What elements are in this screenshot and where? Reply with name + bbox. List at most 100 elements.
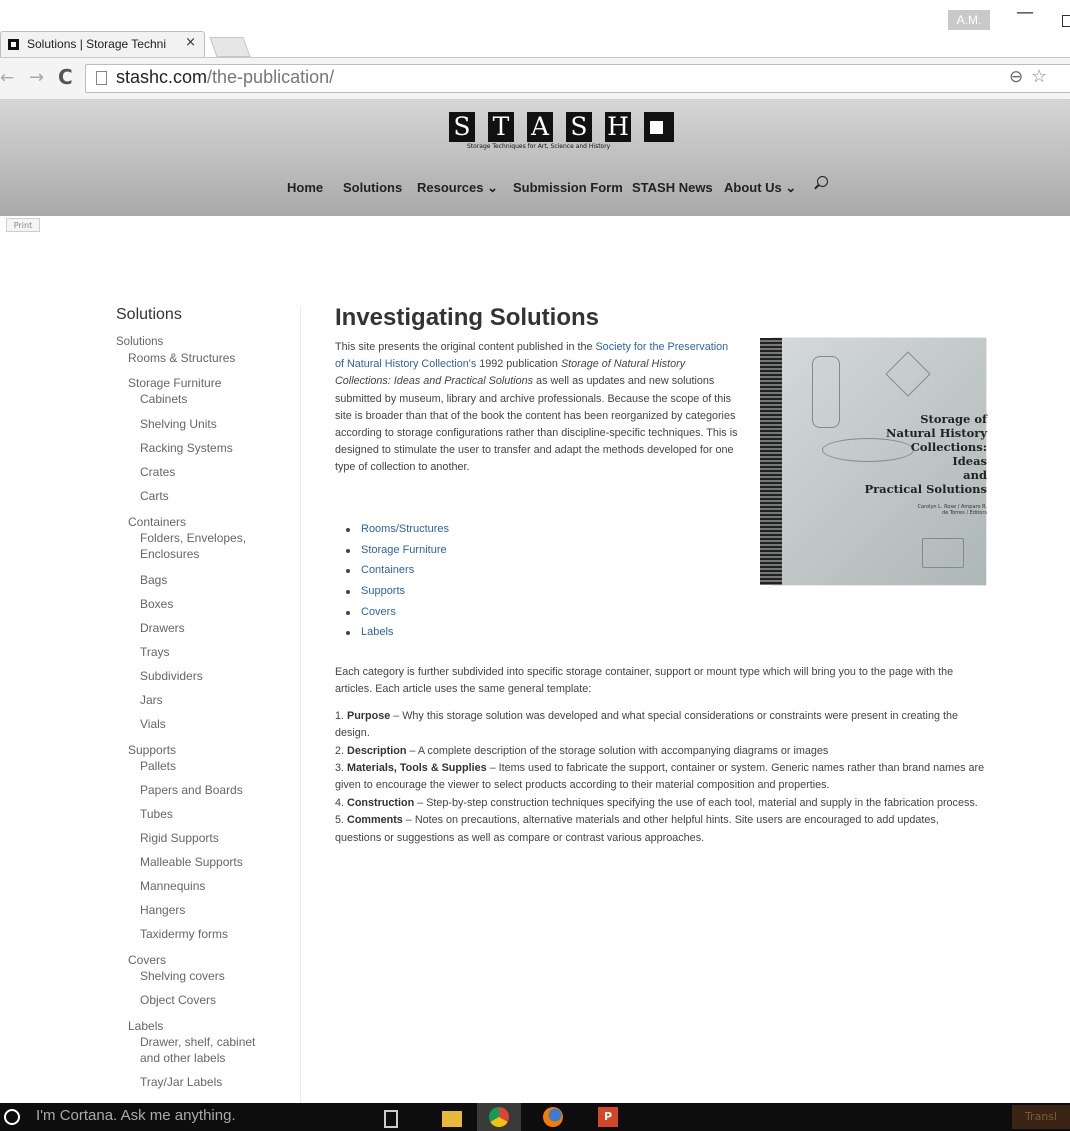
nav-stash-news[interactable]: STASH News bbox=[632, 180, 713, 195]
book-title-line: Storage of bbox=[920, 412, 987, 426]
sidebar-item[interactable]: Enclosures bbox=[140, 546, 199, 562]
template-number: 3. bbox=[335, 762, 348, 775]
url-path: /the-publication/ bbox=[207, 67, 335, 87]
logo-letter: A bbox=[527, 112, 553, 142]
template-desc: – Notes on precautions, alternative mate… bbox=[335, 814, 939, 844]
zoom-icon[interactable]: ⊖ bbox=[1009, 67, 1023, 87]
sidebar-item[interactable]: Bags bbox=[140, 572, 167, 588]
sidebar-item[interactable]: Carts bbox=[140, 488, 169, 504]
cortana-icon[interactable] bbox=[4, 1109, 20, 1125]
sidebar-item[interactable]: Solutions bbox=[116, 334, 163, 350]
sidebar-item[interactable]: Vials bbox=[140, 716, 166, 732]
sidebar-item[interactable]: Papers and Boards bbox=[140, 782, 243, 798]
nav-submission-form[interactable]: Submission Form bbox=[513, 180, 623, 195]
sidebar-item[interactable]: Shelving Units bbox=[140, 416, 217, 432]
cortana-search-box[interactable]: I'm Cortana. Ask me anything. bbox=[36, 1107, 236, 1124]
sidebar-item[interactable]: Containers bbox=[128, 514, 186, 530]
window-minimize-icon[interactable]: — bbox=[1016, 2, 1034, 23]
firefox-icon[interactable] bbox=[543, 1107, 563, 1127]
sidebar-item[interactable]: Subdividers bbox=[140, 668, 203, 684]
logo-letter: S bbox=[449, 112, 475, 142]
book-title-line: Natural History bbox=[886, 426, 987, 440]
category-list: Rooms/Structures Storage Furniture Conta… bbox=[335, 519, 449, 643]
browser-tab[interactable]: Solutions | Storage Techni × bbox=[0, 31, 205, 58]
search-icon[interactable] bbox=[817, 176, 828, 187]
reload-icon[interactable]: C bbox=[58, 65, 73, 89]
template-term: Construction bbox=[347, 796, 415, 809]
intro-text: This site presents the original content … bbox=[335, 341, 596, 353]
nav-about-us[interactable]: About Us ⌄ bbox=[724, 180, 796, 196]
sidebar-item[interactable]: Malleable Supports bbox=[140, 854, 243, 870]
sidebar-item[interactable]: Folders, Envelopes, bbox=[140, 530, 246, 546]
category-link-supports[interactable]: Supports bbox=[335, 581, 449, 602]
back-arrow-icon[interactable]: ← bbox=[0, 68, 14, 88]
category-link-storage-furniture[interactable]: Storage Furniture bbox=[335, 540, 449, 561]
sidebar-item[interactable]: Boxes bbox=[140, 596, 173, 612]
book-cover-title: Storage of Natural History Collections: … bbox=[832, 412, 987, 496]
sidebar-item[interactable]: Object Covers bbox=[140, 992, 216, 1008]
tab-close-icon[interactable]: × bbox=[185, 35, 196, 50]
sidebar-item[interactable]: Drawers bbox=[140, 620, 185, 636]
bookmark-star-icon[interactable]: ☆ bbox=[1031, 66, 1047, 87]
template-number: 4. bbox=[335, 796, 348, 809]
sidebar-item[interactable]: Tubes bbox=[140, 806, 173, 822]
category-link-covers[interactable]: Covers bbox=[335, 602, 449, 623]
template-number: 2. bbox=[335, 744, 348, 757]
sidebar-item[interactable]: Jars bbox=[140, 692, 163, 708]
powerpoint-icon[interactable]: P bbox=[598, 1107, 618, 1127]
browser-tab-strip: Solutions | Storage Techni × A.M. — bbox=[0, 0, 1070, 58]
address-bar[interactable]: stashc.com/the-publication/ ⊖ ☆ bbox=[85, 64, 1070, 93]
category-link-rooms-structures[interactable]: Rooms/Structures bbox=[335, 519, 449, 540]
sidebar-item[interactable]: Racking Systems bbox=[140, 440, 233, 456]
print-button[interactable]: Print bbox=[6, 218, 40, 232]
nav-solutions[interactable]: Solutions bbox=[343, 180, 402, 195]
sidebar-item[interactable]: Storage Furniture bbox=[128, 375, 221, 391]
nav-home[interactable]: Home bbox=[287, 180, 323, 195]
sidebar-item[interactable]: Labels bbox=[128, 1018, 163, 1034]
sidebar-item[interactable]: Rigid Supports bbox=[140, 830, 219, 846]
user-profile-badge[interactable]: A.M. bbox=[948, 10, 990, 30]
sidebar-item[interactable]: Rooms & Structures bbox=[128, 350, 235, 366]
new-tab-button[interactable] bbox=[209, 37, 251, 57]
stash-favicon-icon bbox=[8, 39, 19, 50]
url-host: stashc.com bbox=[116, 67, 208, 87]
intro-paragraph: This site presents the original content … bbox=[335, 339, 740, 477]
book-title-line: Ideas bbox=[952, 454, 987, 468]
book-cover-image: Storage of Natural History Collections: … bbox=[760, 338, 988, 585]
sidebar-item[interactable]: Shelving covers bbox=[140, 968, 225, 984]
page-info-icon[interactable] bbox=[96, 71, 107, 85]
sidebar-item[interactable]: Trays bbox=[140, 644, 170, 660]
template-item-comments: 5. Comments – Notes on precautions, alte… bbox=[335, 812, 985, 847]
sidebar-item[interactable]: Taxidermy forms bbox=[140, 926, 228, 942]
logo-letter: T bbox=[488, 112, 514, 142]
book-title-line: Practical Solutions bbox=[864, 482, 987, 496]
chrome-icon[interactable] bbox=[477, 1103, 521, 1131]
sidebar-item[interactable]: Supports bbox=[128, 742, 176, 758]
book-editors: Carolyn L. Rose / Amparo R. de Torres / … bbox=[917, 504, 988, 516]
sidebar-item[interactable]: and other labels bbox=[140, 1050, 225, 1066]
nav-resources[interactable]: Resources ⌄ bbox=[417, 180, 498, 196]
sidebar-item[interactable]: Tray/Jar Labels bbox=[140, 1074, 222, 1090]
sidebar-item[interactable]: Crates bbox=[140, 464, 175, 480]
sidebar-item[interactable]: Cabinets bbox=[140, 391, 187, 407]
translate-button[interactable]: Transl bbox=[1012, 1105, 1070, 1129]
logo-square-icon bbox=[644, 112, 674, 142]
template-number: 1. bbox=[335, 709, 348, 722]
sidebar-item[interactable]: Covers bbox=[128, 952, 166, 968]
task-view-icon[interactable] bbox=[384, 1110, 398, 1128]
sidebar-item[interactable]: Pallets bbox=[140, 758, 176, 774]
subdivided-paragraph: Each category is further subdivided into… bbox=[335, 666, 954, 696]
category-link-labels[interactable]: Labels bbox=[335, 622, 449, 643]
window-maximize-icon[interactable] bbox=[1062, 15, 1070, 27]
url-text[interactable]: stashc.com/the-publication/ bbox=[116, 67, 334, 88]
stash-logo[interactable]: S T A S H Storage Techniques for Art, Sc… bbox=[449, 112, 675, 162]
file-explorer-icon[interactable] bbox=[442, 1111, 462, 1127]
forward-arrow-icon[interactable]: → bbox=[29, 67, 44, 88]
template-item-materials: 3. Materials, Tools & Supplies – Items u… bbox=[335, 760, 985, 795]
sidebar-item[interactable]: Mannequins bbox=[140, 878, 205, 894]
category-link-containers[interactable]: Containers bbox=[335, 560, 449, 581]
sidebar-item[interactable]: Drawer, shelf, cabinet bbox=[140, 1034, 255, 1050]
template-desc: – Why this storage solution was develope… bbox=[335, 709, 958, 740]
sidebar-item[interactable]: Hangers bbox=[140, 902, 185, 918]
template-item-description: 2. Description – A complete description … bbox=[335, 743, 985, 760]
